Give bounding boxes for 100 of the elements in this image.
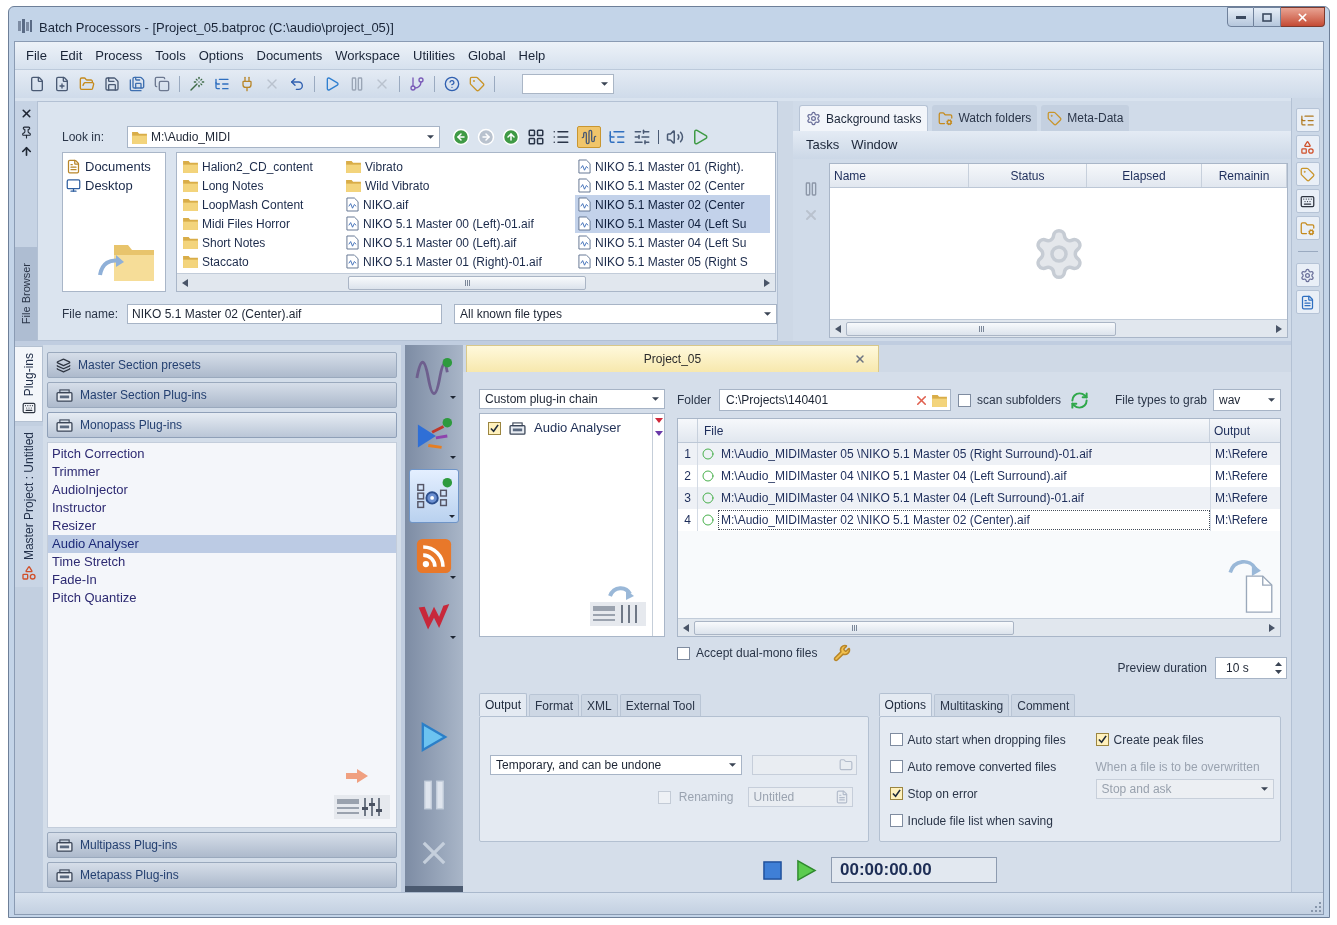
file-item[interactable]: LoopMash Content bbox=[180, 195, 343, 214]
horizontal-scrollbar[interactable] bbox=[830, 319, 1287, 337]
column-header[interactable]: Name bbox=[830, 164, 969, 187]
tag-icon[interactable] bbox=[469, 76, 485, 92]
checkbox[interactable] bbox=[889, 760, 903, 773]
plugin-item[interactable]: Pitch Quantize bbox=[48, 589, 396, 607]
waveform-view-button[interactable] bbox=[577, 126, 601, 148]
open-folder-icon[interactable] bbox=[79, 76, 95, 92]
checkbox[interactable] bbox=[889, 814, 903, 827]
play-icon[interactable] bbox=[691, 128, 709, 146]
file-item[interactable]: NIKO 5.1 Master 02 (Center bbox=[575, 195, 770, 214]
folder-field[interactable]: C:\Projects\140401 bbox=[719, 389, 951, 411]
section-header[interactable]: Metapass Plug-ins bbox=[47, 862, 397, 888]
scroll-right-icon[interactable] bbox=[1276, 324, 1282, 333]
maximize-button[interactable] bbox=[1254, 7, 1281, 27]
section-header[interactable]: Monopass Plug-ins bbox=[47, 412, 397, 438]
tab[interactable]: Multitasking bbox=[933, 694, 1010, 716]
minimize-button[interactable] bbox=[1227, 7, 1254, 27]
section-header[interactable]: Multipass Plug-ins bbox=[47, 832, 397, 858]
checkbox[interactable] bbox=[958, 393, 971, 407]
file-type-combo[interactable]: All known file types bbox=[454, 304, 777, 324]
file-item[interactable]: NIKO 5.1 Master 04 (Left Su bbox=[575, 233, 770, 252]
file-item[interactable]: NIKO 5.1 Master 04 (Left Su bbox=[575, 214, 770, 233]
file-item[interactable]: Wild Vibrato bbox=[343, 176, 575, 195]
plugin-item[interactable]: Fade-In bbox=[48, 571, 396, 589]
preview-duration-field[interactable]: 10 s bbox=[1215, 657, 1287, 679]
file-item[interactable]: NIKO 5.1 Master 01 (Right). bbox=[575, 157, 770, 176]
checkbox[interactable] bbox=[677, 646, 690, 660]
thumbnails-icon[interactable] bbox=[527, 128, 545, 146]
tree-icon[interactable] bbox=[608, 128, 626, 146]
forward-icon[interactable] bbox=[477, 128, 495, 146]
plugin-item[interactable]: AudioInjector bbox=[48, 481, 396, 499]
horizontal-scrollbar[interactable] bbox=[177, 273, 775, 291]
place-item[interactable]: Desktop bbox=[66, 176, 165, 195]
side-tab[interactable]: Master Project : Untitled bbox=[15, 426, 43, 588]
back-icon[interactable] bbox=[452, 128, 470, 146]
column-header[interactable]: Elapsed bbox=[1087, 164, 1202, 187]
file-item[interactable]: Short Notes bbox=[180, 233, 343, 252]
menu-item[interactable]: Tasks bbox=[803, 135, 843, 155]
scrollbar-thumb[interactable] bbox=[694, 620, 1014, 635]
plugin-item[interactable]: Resizer bbox=[48, 517, 396, 535]
tool-button[interactable] bbox=[409, 469, 459, 523]
scroll-left-icon[interactable] bbox=[683, 623, 689, 632]
place-item[interactable]: Documents bbox=[66, 157, 165, 176]
section-header[interactable]: Master Section presets bbox=[47, 352, 397, 378]
panel-tab[interactable]: Meta-Data bbox=[1041, 105, 1130, 131]
tab[interactable]: External Tool bbox=[619, 694, 701, 716]
close-button[interactable] bbox=[1281, 7, 1325, 27]
pause-icon[interactable] bbox=[803, 181, 819, 197]
menu-item[interactable]: Options bbox=[193, 44, 249, 67]
scroll-right-icon[interactable] bbox=[764, 278, 770, 287]
save-icon[interactable] bbox=[104, 76, 120, 92]
menu-item[interactable]: Edit bbox=[54, 44, 88, 67]
menu-item[interactable]: Workspace bbox=[330, 44, 406, 67]
tree-icon[interactable] bbox=[214, 76, 230, 92]
help-icon[interactable] bbox=[444, 76, 460, 92]
scrollbar-thumb[interactable] bbox=[348, 275, 586, 290]
file-item[interactable]: Halion2_CD_content bbox=[180, 157, 343, 176]
file-item[interactable]: Staccato bbox=[180, 252, 343, 271]
tab[interactable]: Format bbox=[529, 694, 580, 716]
scroll-right-icon[interactable] bbox=[1269, 623, 1275, 632]
plugin-item[interactable]: Pitch Correction bbox=[48, 445, 396, 463]
keyboard-button[interactable] bbox=[1295, 189, 1320, 213]
menu-item[interactable]: Help bbox=[513, 44, 551, 67]
horizontal-scrollbar[interactable] bbox=[678, 618, 1280, 636]
file-item[interactable]: Long Notes bbox=[180, 176, 343, 195]
stop-icon[interactable] bbox=[763, 860, 782, 880]
document-button[interactable] bbox=[1295, 290, 1320, 314]
pin-icon[interactable] bbox=[19, 126, 33, 139]
scroll-left-icon[interactable] bbox=[182, 278, 188, 287]
tab[interactable]: Comment bbox=[1011, 694, 1076, 716]
tab[interactable]: Options bbox=[878, 693, 932, 716]
gear-button[interactable] bbox=[1295, 263, 1320, 287]
play-icon[interactable] bbox=[796, 858, 817, 882]
scrollbar-thumb[interactable] bbox=[846, 321, 1116, 336]
file-item[interactable]: NIKO 5.1 Master 01 (Right)-01.aif bbox=[343, 252, 575, 271]
plugin-item[interactable]: Time Stretch bbox=[48, 553, 396, 571]
speaker-icon[interactable] bbox=[666, 128, 684, 146]
spin-arrows-icon[interactable] bbox=[1275, 662, 1282, 674]
column-header[interactable]: Remainin bbox=[1202, 164, 1287, 187]
checkbox[interactable] bbox=[889, 733, 903, 746]
save-all-icon[interactable] bbox=[129, 76, 145, 92]
pause-icon[interactable] bbox=[349, 76, 365, 92]
plugin-item[interactable]: Instructor bbox=[48, 499, 396, 517]
undo-icon[interactable] bbox=[289, 76, 305, 92]
side-tab[interactable]: Plug-ins bbox=[15, 346, 43, 423]
sliders-icon[interactable] bbox=[633, 128, 651, 146]
file-item[interactable]: Midi Files Horror bbox=[180, 214, 343, 233]
file-item[interactable]: NIKO 5.1 Master 00 (Left).aif bbox=[343, 233, 575, 252]
new-document-icon[interactable] bbox=[29, 76, 45, 92]
resize-grip-icon[interactable] bbox=[1311, 902, 1321, 912]
look-in-combo[interactable]: M:\Audio_MIDI bbox=[127, 126, 440, 148]
branch-icon[interactable] bbox=[409, 76, 425, 92]
menu-item[interactable]: Documents bbox=[251, 44, 328, 67]
shapes-button[interactable] bbox=[1295, 135, 1320, 159]
menu-item[interactable]: Process bbox=[90, 44, 148, 67]
add-document-icon[interactable] bbox=[54, 76, 70, 92]
file-item[interactable]: NIKO 5.1 Master 05 (Right S bbox=[575, 252, 770, 271]
copy-icon[interactable] bbox=[154, 76, 170, 92]
tab[interactable]: Output bbox=[479, 693, 528, 716]
